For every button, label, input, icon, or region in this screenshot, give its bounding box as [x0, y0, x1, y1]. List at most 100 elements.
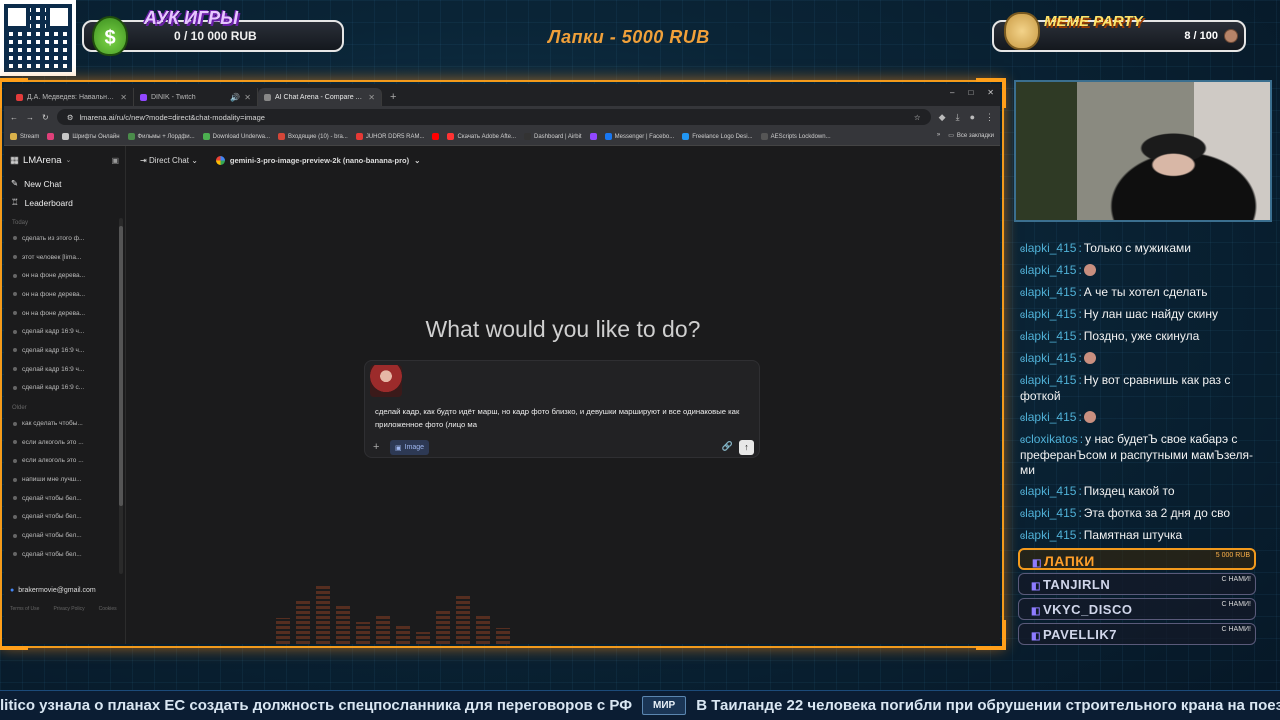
main-panel: ⇥ Direct Chat ⌄ gemini-3-pro-image-previ… — [126, 146, 1000, 644]
download-icon[interactable]: ⤓ — [956, 112, 960, 123]
leaderboard-name: VKYC_DISCO — [1042, 602, 1133, 617]
minimize-button[interactable]: – — [950, 88, 954, 97]
audio-icon[interactable]: 🔊 — [230, 93, 240, 102]
chat-username[interactable]: lapki_415 — [1025, 263, 1076, 277]
prompt-composer[interactable]: сделай кадр, как будто идёт марш, но кад… — [364, 360, 760, 458]
tab-twitch[interactable]: DINIK - Twitch 🔊 ✕ — [134, 88, 258, 106]
bookmark-item[interactable]: Скачать Adobe Afte... — [447, 133, 516, 140]
chat-username[interactable]: lapki_415 — [1025, 329, 1076, 343]
history-item[interactable]: сделай чтобы бел... — [4, 489, 125, 508]
more-bookmarks-button[interactable]: » — [937, 132, 940, 139]
history-item[interactable]: сделай кадр 16:9 ч... — [4, 341, 125, 360]
bookmark-item[interactable]: Входящие (10) - bra... — [278, 133, 348, 140]
bookmark-item[interactable]: Dashboard | Airbit — [524, 133, 582, 140]
chat-username[interactable]: lapki_415 — [1025, 307, 1076, 321]
close-tab-icon[interactable]: ✕ — [244, 93, 251, 102]
tab-lmarena[interactable]: AI Chat Arena - Compare AI M ✕ — [258, 88, 382, 106]
tab-medvedev[interactable]: Д.А. Медведев: Навальный, с ✕ — [10, 88, 134, 106]
history-item[interactable]: если алкоголь это ... — [4, 433, 125, 452]
new-tab-button[interactable]: + — [382, 88, 404, 106]
maximize-button[interactable]: □ — [968, 88, 973, 97]
chat-text: Пиздец какой то — [1083, 484, 1175, 498]
bookmark-item[interactable] — [47, 133, 55, 140]
leaderboard-name: PAVELLIK7 — [1042, 627, 1118, 642]
coin-icon — [1224, 29, 1238, 43]
bookmark-star-icon[interactable]: ☆ — [914, 113, 921, 122]
chat-username[interactable]: lapki_415 — [1025, 285, 1076, 299]
history-item[interactable]: сделай кадр 16:9 с... — [4, 379, 125, 398]
bookmark-item[interactable]: Фильмы + Лордфи... — [127, 133, 195, 140]
all-bookmarks-button[interactable]: ▭ Все закладки — [948, 132, 994, 140]
history-item[interactable]: напиши мне лучш... — [4, 470, 125, 489]
bookmark-item[interactable] — [432, 133, 440, 140]
history-item[interactable]: он на фоне дерева... — [4, 285, 125, 304]
history-item[interactable]: сделай чтобы бел... — [4, 526, 125, 545]
profile-icon[interactable]: ● — [970, 112, 975, 123]
meme-party-widget: MEME PARTY 8 / 100 — [992, 12, 1246, 52]
model-selector[interactable]: gemini-3-pro-image-preview-2k (nano-bana… — [215, 155, 420, 165]
image-mode-toggle[interactable]: ▣ Image — [390, 440, 430, 455]
history-item[interactable]: если алкоголь это ... — [4, 452, 125, 471]
history-item[interactable]: сделать из этого ф... — [4, 229, 125, 248]
url-field[interactable]: ⚙ lmarena.ai/ru/c/new?mode=direct&chat-m… — [56, 109, 931, 125]
bookmark-item[interactable]: Freelance Logo Desi... — [682, 133, 753, 140]
bookmark-item[interactable]: Stream — [10, 133, 39, 140]
reload-icon[interactable]: ↻ — [42, 113, 49, 122]
toolbar-extensions: ◆ ⤓ ● ⋮ — [939, 112, 994, 123]
terms-link[interactable]: Terms of Use — [10, 606, 39, 612]
bookmark-item[interactable]: AEScripts Lockdown... — [760, 133, 831, 140]
history-item[interactable]: сделай чтобы бел... — [4, 545, 125, 564]
mode-selector[interactable]: ⇥ Direct Chat ⌄ — [140, 156, 198, 165]
chat-bubble-icon — [13, 273, 17, 278]
attached-image-thumbnail[interactable] — [370, 365, 402, 397]
chat-username[interactable]: lapki_415 — [1025, 528, 1076, 542]
sidebar-toggle-icon[interactable]: ▣ — [111, 156, 119, 165]
site-info-icon[interactable]: ⚙ — [67, 113, 74, 122]
chat-username[interactable]: lapki_415 — [1025, 410, 1076, 424]
history-item[interactable]: он на фоне дерева... — [4, 266, 125, 285]
link-icon[interactable]: 🔗 — [722, 441, 733, 452]
history-item[interactable]: сделай чтобы бел... — [4, 508, 125, 527]
chat-username[interactable]: lapki_415 — [1025, 373, 1076, 387]
history-item[interactable]: как сделать чтобы... — [4, 414, 125, 433]
extension-icon[interactable]: ◆ — [939, 112, 946, 123]
chat-username[interactable]: cloxikatos — [1025, 432, 1078, 446]
add-attachment-button[interactable]: + — [373, 441, 379, 453]
history-item[interactable]: он на фоне дерева... — [4, 304, 125, 323]
bookmark-favicon-icon — [278, 133, 286, 140]
history-item[interactable]: сделай кадр 16:9 ч... — [4, 322, 125, 341]
chevron-down-icon[interactable]: ⌄ — [66, 156, 72, 164]
leaderboard-value: 5 000 RUB — [1215, 552, 1250, 559]
history-item[interactable]: этот человек [lima... — [4, 248, 125, 267]
new-chat-button[interactable]: ✎ New Chat — [4, 174, 125, 193]
close-tab-icon[interactable]: ✕ — [368, 93, 375, 102]
chat-text: Только с мужиками — [1083, 241, 1191, 255]
sidebar-scrollbar[interactable] — [119, 218, 123, 574]
history-item[interactable]: сделай кадр 16:9 ч... — [4, 360, 125, 379]
menu-icon[interactable]: ⋮ — [985, 112, 994, 123]
close-window-button[interactable]: ✕ — [987, 88, 994, 97]
chat-username[interactable]: lapki_415 — [1025, 351, 1076, 365]
send-button[interactable]: ↑ — [739, 440, 754, 455]
chat-username[interactable]: lapki_415 — [1025, 241, 1076, 255]
brand-name[interactable]: LMArena — [23, 155, 62, 166]
privacy-link[interactable]: Privacy Policy — [53, 606, 84, 612]
leaderboard-button[interactable]: ♖ Leaderboard — [4, 193, 125, 212]
bookmark-item[interactable]: JUHOR DDR5 RAM... — [355, 133, 424, 140]
image-icon: ▣ — [395, 444, 402, 452]
chat-username[interactable]: lapki_415 — [1025, 484, 1076, 498]
back-icon[interactable]: ← — [10, 113, 18, 122]
chat-message: ɞlapki_415: — [1014, 407, 1272, 429]
bookmark-item[interactable] — [589, 133, 597, 140]
bookmark-item[interactable]: Messenger | Facebo... — [604, 133, 674, 140]
bookmark-item[interactable]: Download Underwa... — [202, 133, 270, 140]
forward-icon[interactable]: → — [26, 113, 34, 122]
chat-username[interactable]: lapki_415 — [1025, 506, 1076, 520]
user-account[interactable]: ● brakermovie@gmail.com — [10, 587, 96, 594]
prompt-input[interactable]: сделай кадр, как будто идёт марш, но кад… — [375, 406, 745, 431]
bookmark-item[interactable]: Шрифты Онлайн — [62, 133, 120, 140]
stream-chat: ɞlapki_415: Только с мужиками ɞlapki_415: ɞ… — [1014, 238, 1272, 547]
chat-message: ɞlapki_415: Ну лан шас найду скину — [1020, 307, 1218, 321]
cookies-link[interactable]: Cookies — [99, 606, 117, 612]
close-tab-icon[interactable]: ✕ — [120, 93, 127, 102]
